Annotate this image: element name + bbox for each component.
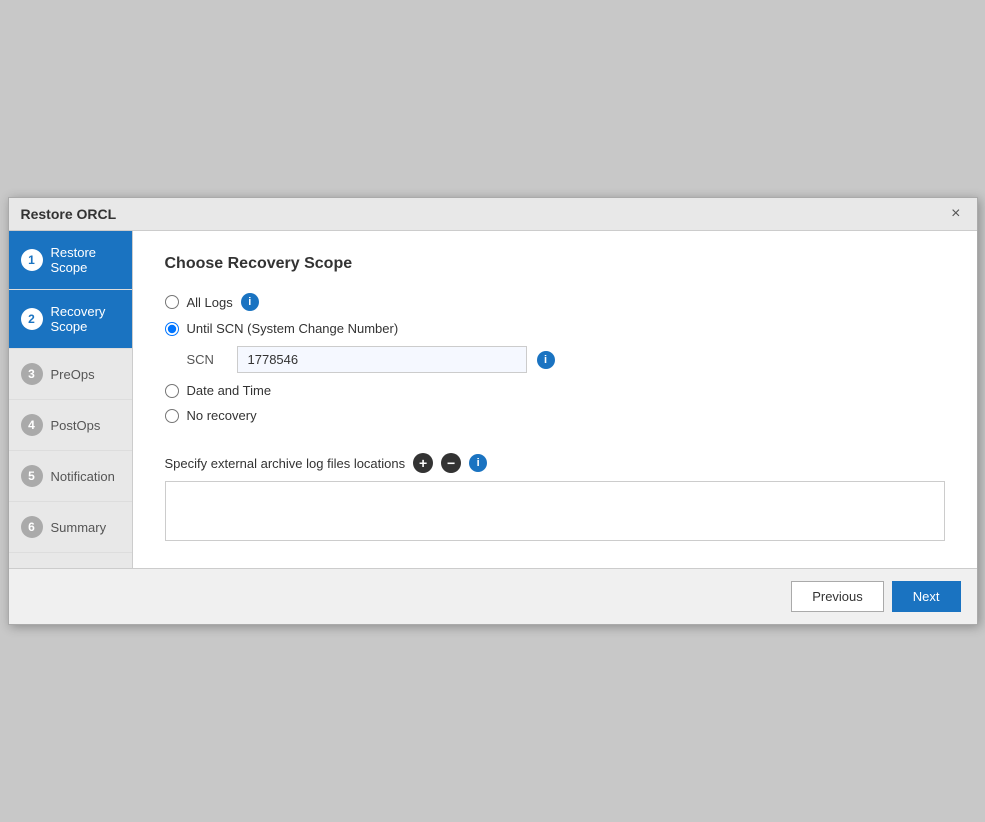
until-scn-label: Until SCN (System Change Number) [187,321,399,336]
no-recovery-radio[interactable] [165,409,179,423]
section-title: Choose Recovery Scope [165,255,945,273]
step-badge-6: 6 [21,516,43,538]
dialog-title: Restore ORCL [21,206,117,222]
date-time-row: Date and Time [165,383,945,398]
sidebar-item-notification[interactable]: 5 Notification [9,451,132,502]
sidebar-label-summary: Summary [51,520,107,535]
sidebar-item-preops[interactable]: 3 PreOps [9,349,132,400]
archive-label: Specify external archive log files locat… [165,456,406,471]
scn-input[interactable] [237,346,527,373]
all-logs-row: All Logs i [165,293,945,311]
no-recovery-row: No recovery [165,408,945,423]
restore-dialog: Restore ORCL × 1 Restore Scope 2 Recover… [8,197,978,625]
sidebar-label-recovery-scope: Recovery Scope [51,304,120,334]
all-logs-info-icon[interactable]: i [241,293,259,311]
dialog-footer: Previous Next [9,568,977,624]
scn-info-icon[interactable]: i [537,351,555,369]
archive-label-row: Specify external archive log files locat… [165,453,945,473]
sidebar-item-postops[interactable]: 4 PostOps [9,400,132,451]
sidebar: 1 Restore Scope 2 Recovery Scope 3 PreOp… [9,231,133,568]
close-button[interactable]: × [947,206,964,222]
sidebar-item-summary[interactable]: 6 Summary [9,502,132,553]
sidebar-label-notification: Notification [51,469,115,484]
sidebar-label-postops: PostOps [51,418,101,433]
remove-archive-button[interactable]: − [441,453,461,473]
add-archive-button[interactable]: + [413,453,433,473]
sidebar-label-restore-scope: Restore Scope [51,245,120,275]
scn-label: SCN [187,352,227,367]
title-bar: Restore ORCL × [9,198,977,231]
step-badge-5: 5 [21,465,43,487]
scn-row: SCN i [187,346,945,373]
all-logs-label: All Logs [187,295,233,310]
date-time-radio[interactable] [165,384,179,398]
date-time-label: Date and Time [187,383,272,398]
main-content: Choose Recovery Scope All Logs i Until S… [133,231,977,568]
step-badge-4: 4 [21,414,43,436]
until-scn-row: Until SCN (System Change Number) [165,321,945,336]
archive-locations-input[interactable] [165,481,945,541]
all-logs-radio[interactable] [165,295,179,309]
archive-section: Specify external archive log files locat… [165,453,945,544]
next-button[interactable]: Next [892,581,961,612]
until-scn-radio[interactable] [165,322,179,336]
step-badge-3: 3 [21,363,43,385]
step-badge-1: 1 [21,249,43,271]
archive-info-icon[interactable]: i [469,454,487,472]
step-badge-2: 2 [21,308,43,330]
sidebar-item-restore-scope[interactable]: 1 Restore Scope [9,231,132,290]
sidebar-item-recovery-scope[interactable]: 2 Recovery Scope [9,290,132,349]
dialog-body: 1 Restore Scope 2 Recovery Scope 3 PreOp… [9,231,977,568]
sidebar-label-preops: PreOps [51,367,95,382]
no-recovery-label: No recovery [187,408,257,423]
previous-button[interactable]: Previous [791,581,884,612]
